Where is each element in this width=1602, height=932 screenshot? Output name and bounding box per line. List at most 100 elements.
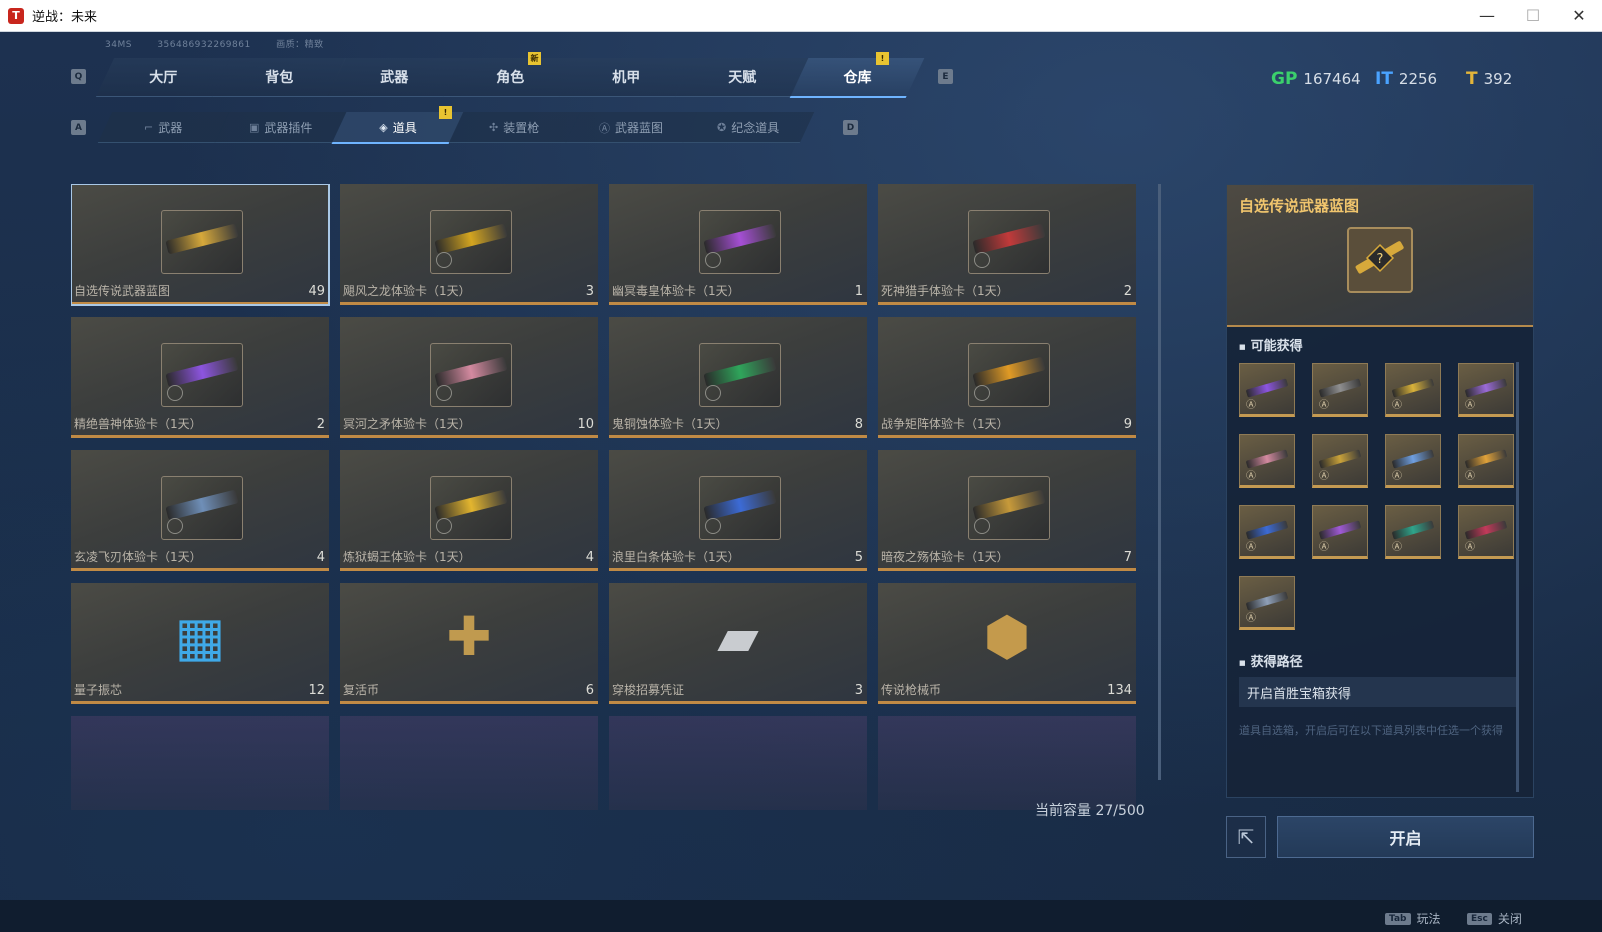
next-tab-key-hint: E bbox=[938, 69, 953, 84]
tab-3[interactable]: 角色 bbox=[443, 58, 577, 97]
tab-6[interactable]: 仓库 bbox=[789, 58, 925, 98]
subtab-5[interactable]: ✪ 纪念道具 bbox=[682, 112, 815, 143]
detail-title: 自选传说武器蓝图 bbox=[1239, 197, 1360, 215]
subtab-4[interactable]: Ⓐ 武器蓝图 bbox=[565, 112, 698, 143]
subtab-content: ▣ 武器插件 bbox=[249, 119, 312, 136]
item-name: 传说枪械币 bbox=[881, 683, 942, 697]
plugin-icon: ▣ bbox=[249, 120, 260, 134]
weapon-icon bbox=[1245, 591, 1289, 611]
tab-2[interactable]: 武器 bbox=[327, 58, 462, 97]
reward-thumb[interactable]: Ⓐ bbox=[1239, 505, 1295, 559]
item-name: 自选传说武器蓝图 bbox=[74, 284, 171, 298]
item-card[interactable]: 飓风之龙体验卡（1天） 3 bbox=[340, 184, 598, 305]
reward-thumb[interactable]: Ⓐ bbox=[1312, 363, 1368, 417]
reward-thumb[interactable]: Ⓐ bbox=[1458, 434, 1514, 488]
reward-thumb[interactable]: Ⓐ bbox=[1312, 505, 1368, 559]
timer-icon bbox=[436, 518, 452, 534]
item-card[interactable]: 死神猎手体验卡（1天） 2 bbox=[878, 184, 1136, 305]
item-card[interactable]: 鬼铜蚀体验卡（1天） 8 bbox=[609, 317, 867, 438]
grid-scrollbar[interactable] bbox=[1158, 184, 1161, 780]
item-card[interactable]: ✚ 复活币 6 bbox=[340, 583, 598, 704]
prev-tab-key-hint: Q bbox=[71, 69, 86, 84]
item-card[interactable]: 战争矩阵体验卡（1天） 9 bbox=[878, 317, 1136, 438]
item-detail-panel: 自选传说武器蓝图 ? 可能获得 Ⓐ Ⓐ Ⓐ Ⓐ Ⓐ Ⓐ Ⓐ Ⓐ Ⓐ Ⓐ Ⓐ Ⓐ Ⓐ 获得路径 开启首胜宝… bbox=[1226, 184, 1534, 798]
item-card-partial[interactable] bbox=[340, 716, 598, 810]
item-card-partial[interactable] bbox=[878, 716, 1136, 810]
blueprint-mark-icon: Ⓐ bbox=[1246, 542, 1256, 553]
item-card[interactable]: ⬢ 传说枪械币 134 bbox=[878, 583, 1136, 704]
subtab-label: 武器插件 bbox=[264, 120, 313, 135]
item-card[interactable]: ▰ 穿梭招募凭证 3 bbox=[609, 583, 867, 704]
currency-value: 167464 bbox=[1303, 70, 1361, 88]
reward-thumb[interactable]: Ⓐ bbox=[1312, 434, 1368, 488]
item-name: 幽冥毒皇体验卡（1天） bbox=[612, 284, 740, 298]
subtab-0[interactable]: ⌐ 武器 bbox=[97, 112, 230, 143]
item-card[interactable]: 暗夜之殇体验卡（1天） 7 bbox=[878, 450, 1136, 571]
medal-icon: ✪ bbox=[717, 120, 727, 134]
timer-icon bbox=[436, 252, 452, 268]
svg-text:?: ? bbox=[1377, 252, 1384, 267]
reward-thumb[interactable]: Ⓐ bbox=[1239, 576, 1295, 630]
detail-scrollbar[interactable] bbox=[1516, 362, 1519, 792]
subtab-content: Ⓐ 武器蓝图 bbox=[600, 119, 664, 136]
reward-thumb[interactable]: Ⓐ bbox=[1385, 434, 1441, 488]
reward-thumb[interactable]: Ⓐ bbox=[1458, 363, 1514, 417]
esc-key: Esc bbox=[1467, 912, 1492, 925]
timer-icon bbox=[705, 252, 721, 268]
subtab-3[interactable]: ✣ 装置枪 bbox=[448, 112, 581, 143]
item-name: 炼狱蝎王体验卡（1天） bbox=[343, 550, 471, 564]
open-button[interactable]: 开启 bbox=[1277, 816, 1534, 858]
item-count: 49 bbox=[308, 284, 325, 299]
legend-coin-icon: ⬢ bbox=[983, 605, 1031, 669]
timer-icon bbox=[436, 385, 452, 401]
tab-label: 机甲 bbox=[611, 70, 640, 86]
item-card[interactable]: 精绝兽神体验卡（1天） 2 bbox=[71, 317, 329, 438]
item-card[interactable]: 炼狱蝎王体验卡（1天） 4 bbox=[340, 450, 598, 571]
item-card[interactable]: ▦ 量子振芯 12 bbox=[71, 583, 329, 704]
reward-thumb[interactable]: Ⓐ bbox=[1458, 505, 1514, 559]
sub-nav: ⌐ 武器 ▣ 武器插件 ◈ 道具 ✣ 装置枪 Ⓐ 武器蓝图 ✪ 纪念道具 bbox=[97, 112, 815, 144]
item-name: 量子振芯 bbox=[74, 683, 123, 697]
gameplay-hint[interactable]: Tab 玩法 bbox=[1385, 910, 1441, 927]
item-name: 冥河之矛体验卡（1天） bbox=[343, 417, 471, 431]
item-name: 飓风之龙体验卡（1天） bbox=[343, 284, 471, 298]
maximize-button[interactable]: ☐ bbox=[1510, 0, 1556, 31]
item-card-partial[interactable] bbox=[609, 716, 867, 810]
item-card[interactable]: 幽冥毒皇体验卡（1天） 1 bbox=[609, 184, 867, 305]
tab-label: 天赋 bbox=[727, 70, 756, 86]
item-card[interactable]: 自选传说武器蓝图 49 bbox=[71, 184, 330, 306]
minimize-button[interactable]: — bbox=[1464, 0, 1510, 31]
tab-5[interactable]: 天赋 bbox=[674, 58, 809, 97]
tab-4[interactable]: 机甲 bbox=[558, 58, 693, 97]
close-window-button[interactable]: ✕ bbox=[1556, 0, 1602, 31]
item-count: 10 bbox=[577, 417, 594, 432]
weapon-icon bbox=[1391, 378, 1435, 398]
prev-subtab-key-hint: A bbox=[71, 120, 86, 135]
timer-icon bbox=[974, 385, 990, 401]
tab-0[interactable]: 大厅 bbox=[95, 58, 230, 97]
ping-text: 34MS bbox=[105, 40, 132, 50]
blueprint-mark-icon: Ⓐ bbox=[1319, 400, 1329, 411]
item-count: 4 bbox=[585, 550, 594, 565]
timer-icon bbox=[167, 385, 183, 401]
blueprint-mark-icon: Ⓐ bbox=[1465, 542, 1475, 553]
tab-label: 武器 bbox=[380, 70, 409, 86]
reward-thumb[interactable]: Ⓐ bbox=[1239, 363, 1295, 417]
share-button[interactable]: ⇱ bbox=[1226, 816, 1266, 858]
close-hint[interactable]: Esc 关闭 bbox=[1467, 910, 1522, 927]
tab-badge: 新 bbox=[528, 52, 541, 65]
item-count: 4 bbox=[316, 550, 325, 565]
subtab-1[interactable]: ▣ 武器插件 bbox=[214, 112, 347, 143]
coin-icon: T bbox=[1466, 69, 1478, 89]
currency-value: 392 bbox=[1483, 70, 1513, 88]
item-card[interactable]: 玄凌飞刃体验卡（1天） 4 bbox=[71, 450, 329, 571]
reward-thumb[interactable]: Ⓐ bbox=[1385, 363, 1441, 417]
item-card[interactable]: 浪里白条体验卡（1天） 5 bbox=[609, 450, 867, 571]
tab-1[interactable]: 背包 bbox=[211, 58, 346, 97]
chip-icon: ▦ bbox=[174, 605, 226, 669]
coin-icon: ✚ bbox=[446, 605, 492, 669]
reward-thumb[interactable]: Ⓐ bbox=[1239, 434, 1295, 488]
reward-thumb[interactable]: Ⓐ bbox=[1385, 505, 1441, 559]
item-card[interactable]: 冥河之矛体验卡（1天） 10 bbox=[340, 317, 598, 438]
item-card-partial[interactable] bbox=[71, 716, 329, 810]
